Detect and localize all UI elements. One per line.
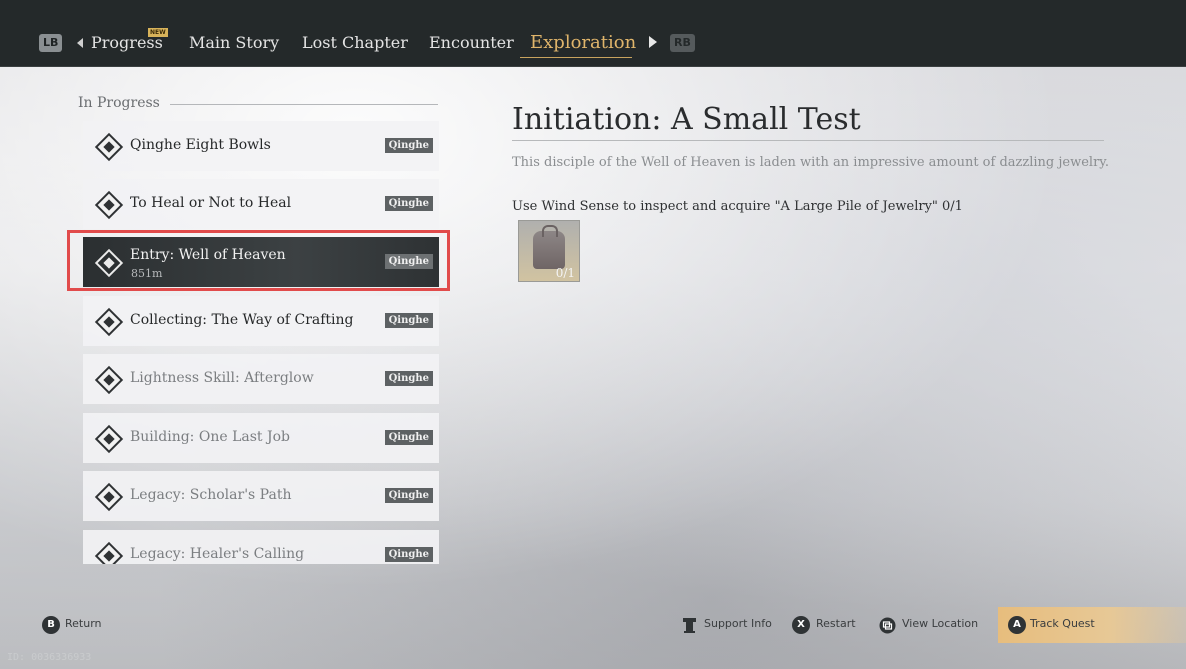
selection-highlight <box>67 230 450 291</box>
tab-exploration[interactable]: Exploration <box>530 32 636 53</box>
restart-label[interactable]: Restart <box>816 617 856 630</box>
quest-item[interactable]: Legacy: Healer's Calling Qinghe <box>83 530 439 564</box>
player-id: ID: 0036336933 <box>7 652 92 663</box>
quest-diamond-icon <box>94 190 124 220</box>
lb-button[interactable]: LB <box>39 34 63 52</box>
quest-diamond-icon <box>94 132 124 162</box>
quest-diamond-icon <box>94 424 124 454</box>
region-badge: Qinghe <box>384 313 433 328</box>
view-location-icon[interactable] <box>879 617 896 634</box>
quest-item[interactable]: Qinghe Eight Bowls Qinghe <box>83 121 439 171</box>
b-button-icon[interactable]: B <box>42 616 60 634</box>
quest-name: Qinghe Eight Bowls <box>130 137 271 153</box>
quest-diamond-icon <box>94 365 124 395</box>
quest-title: Initiation: A Small Test <box>512 102 861 137</box>
region-badge: Qinghe <box>384 371 433 386</box>
quest-description: This disciple of the Well of Heaven is l… <box>512 155 1110 170</box>
return-label[interactable]: Return <box>65 617 102 630</box>
track-quest-label[interactable]: Track Quest <box>1030 617 1095 630</box>
arrow-left-icon[interactable] <box>77 38 83 48</box>
section-divider <box>170 104 438 105</box>
quest-objective: Use Wind Sense to inspect and acquire "A… <box>512 199 963 214</box>
quest-name: Legacy: Scholar's Path <box>130 487 292 503</box>
quest-name: Collecting: The Way of Crafting <box>130 312 354 328</box>
region-badge: Qinghe <box>384 547 433 562</box>
quest-name: Legacy: Healer's Calling <box>130 546 305 562</box>
title-divider <box>512 140 1104 141</box>
region-badge: Qinghe <box>384 196 433 211</box>
view-location-label[interactable]: View Location <box>902 617 978 630</box>
region-badge: Qinghe <box>384 430 433 445</box>
new-badge: NEW <box>148 28 168 37</box>
tab-encounter[interactable]: Encounter <box>429 33 514 52</box>
support-info-icon[interactable] <box>681 617 698 634</box>
region-badge: Qinghe <box>384 138 433 153</box>
tab-lost-chapter[interactable]: Lost Chapter <box>302 33 408 52</box>
arrow-right-icon[interactable] <box>649 36 657 48</box>
quest-name: To Heal or Not to Heal <box>130 195 292 211</box>
quest-item[interactable]: To Heal or Not to Heal Qinghe <box>83 179 439 229</box>
quest-name: Lightness Skill: Afterglow <box>130 370 314 386</box>
quest-item[interactable]: Legacy: Scholar's Path Qinghe <box>83 471 439 521</box>
tab-main-story[interactable]: Main Story <box>189 33 279 52</box>
top-nav-bar: LB Progress NEW Main Story Lost Chapter … <box>0 0 1186 67</box>
item-count: 0/1 <box>555 266 575 280</box>
quest-name: Building: One Last Job <box>130 429 290 445</box>
quest-item[interactable]: Building: One Last Job Qinghe <box>83 413 439 463</box>
a-button-icon[interactable]: A <box>1008 616 1026 634</box>
x-button-icon[interactable]: X <box>792 616 810 634</box>
quest-item[interactable]: Collecting: The Way of Crafting Qinghe <box>83 296 439 346</box>
reward-item[interactable]: 0/1 <box>518 220 580 282</box>
jewelry-bag-icon <box>533 225 565 269</box>
quest-diamond-icon <box>94 307 124 337</box>
rb-button[interactable]: RB <box>670 34 695 52</box>
quest-item[interactable]: Lightness Skill: Afterglow Qinghe <box>83 354 439 404</box>
quest-list: Qinghe Eight Bowls Qinghe To Heal or Not… <box>83 121 439 564</box>
region-badge: Qinghe <box>384 488 433 503</box>
quest-diamond-icon <box>94 541 124 564</box>
support-info-label[interactable]: Support Info <box>704 617 772 630</box>
quest-diamond-icon <box>94 482 124 512</box>
section-title: In Progress <box>78 95 160 111</box>
active-tab-underline <box>520 57 632 58</box>
